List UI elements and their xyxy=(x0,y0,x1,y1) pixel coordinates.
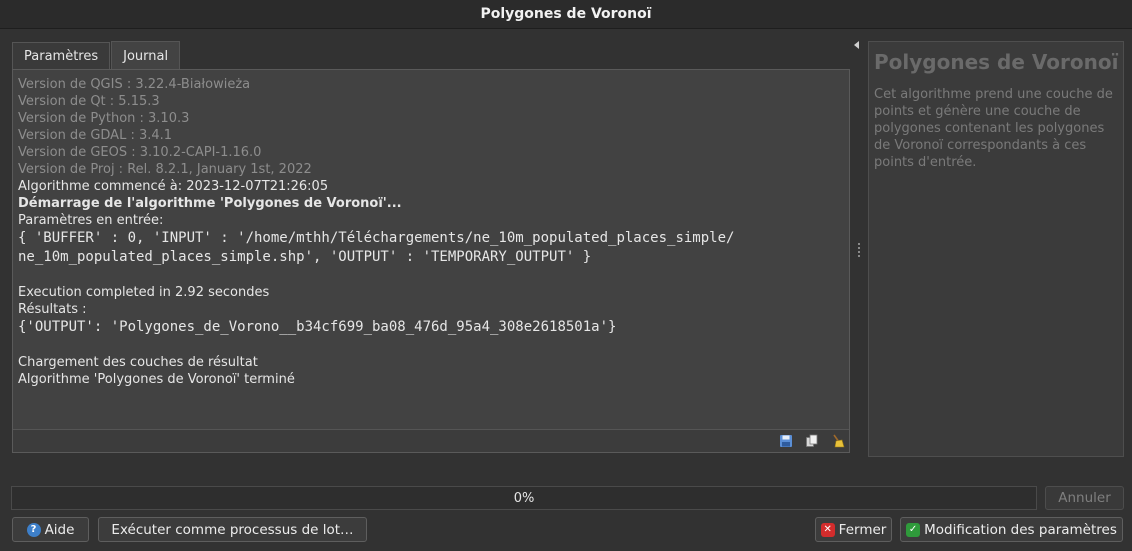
log-line-gdal-version: Version de GDAL : 3.4.1 xyxy=(18,128,173,143)
change-parameters-button[interactable]: ✓ Modification des paramètres xyxy=(900,517,1123,542)
log-line-loading: Chargement des couches de résultat xyxy=(18,355,258,370)
log-line-geos-version: Version de GEOS : 3.10.2-CAPI-1.16.0 xyxy=(18,145,262,160)
log-line-finished: Algorithme 'Polygones de Voronoï' termin… xyxy=(18,372,295,387)
log-line-qt-version: Version de Qt : 5.15.3 xyxy=(18,94,160,109)
log-text: Version de QGIS : 3.22.4-Białowieża Vers… xyxy=(18,76,843,388)
check-icon: ✓ xyxy=(906,522,921,537)
help-description: Cet algorithme prend une couche de point… xyxy=(874,87,1113,170)
log-spacer xyxy=(18,267,843,284)
log-line-params-2: ne_10m_populated_places_simple.shp', 'OU… xyxy=(18,249,592,265)
batch-process-button[interactable]: Exécuter comme processus de lot… xyxy=(98,517,367,542)
close-icon: ✕ xyxy=(820,522,835,537)
log-line-params-label: Paramètres en entrée: xyxy=(18,213,164,228)
tab-parametres[interactable]: Paramètres xyxy=(12,42,111,69)
cancel-button[interactable]: Annuler xyxy=(1045,486,1124,510)
progress-text: 0% xyxy=(513,490,535,506)
tab-journal[interactable]: Journal xyxy=(111,41,181,70)
window-title: Polygones de Voronoï xyxy=(0,0,1132,29)
progress-bar: 0% xyxy=(11,486,1037,510)
help-button-label: Aide xyxy=(44,521,75,538)
copy-icon[interactable] xyxy=(805,434,819,448)
log-line-exec-completed: Execution completed in 2.92 secondes xyxy=(18,285,270,300)
help-panel: Polygones de Voronoï Cet algorithme pren… xyxy=(868,41,1124,457)
log-toolbar xyxy=(13,429,849,452)
batch-process-button-label: Exécuter comme processus de lot… xyxy=(111,521,354,538)
help-icon: ? xyxy=(26,522,41,537)
cancel-button-label: Annuler xyxy=(1058,490,1111,506)
log-panel[interactable]: Version de QGIS : 3.22.4-Białowieża Vers… xyxy=(12,69,850,453)
log-line-started: Algorithme commencé à: 2023-12-07T21:26:… xyxy=(18,179,329,194)
close-button[interactable]: ✕ Fermer xyxy=(815,517,892,542)
close-button-label: Fermer xyxy=(838,521,887,538)
log-line-proj-version: Version de Proj : Rel. 8.2.1, January 1s… xyxy=(18,162,312,177)
help-title: Polygones de Voronoï xyxy=(874,50,1119,74)
clear-icon[interactable] xyxy=(831,434,845,448)
log-line-results-label: Résultats : xyxy=(18,302,87,317)
log-spacer xyxy=(18,337,843,354)
tab-bar: Paramètres Journal xyxy=(12,41,181,70)
splitter-handle[interactable] xyxy=(858,243,861,259)
save-icon[interactable] xyxy=(779,434,793,448)
log-line-starting: Démarrage de l'algorithme 'Polygones de … xyxy=(18,196,402,211)
collapse-help-arrow-icon[interactable] xyxy=(854,41,859,49)
help-button[interactable]: ? Aide xyxy=(12,517,89,542)
log-line-qgis-version: Version de QGIS : 3.22.4-Białowieża xyxy=(18,77,251,92)
change-parameters-button-label: Modification des paramètres xyxy=(924,521,1117,538)
log-line-results-value: {'OUTPUT': 'Polygones_de_Vorono__b34cf69… xyxy=(18,319,617,335)
log-line-python-version: Version de Python : 3.10.3 xyxy=(18,111,190,126)
log-line-params-1: { 'BUFFER' : 0, 'INPUT' : '/home/mthh/Té… xyxy=(18,230,735,246)
